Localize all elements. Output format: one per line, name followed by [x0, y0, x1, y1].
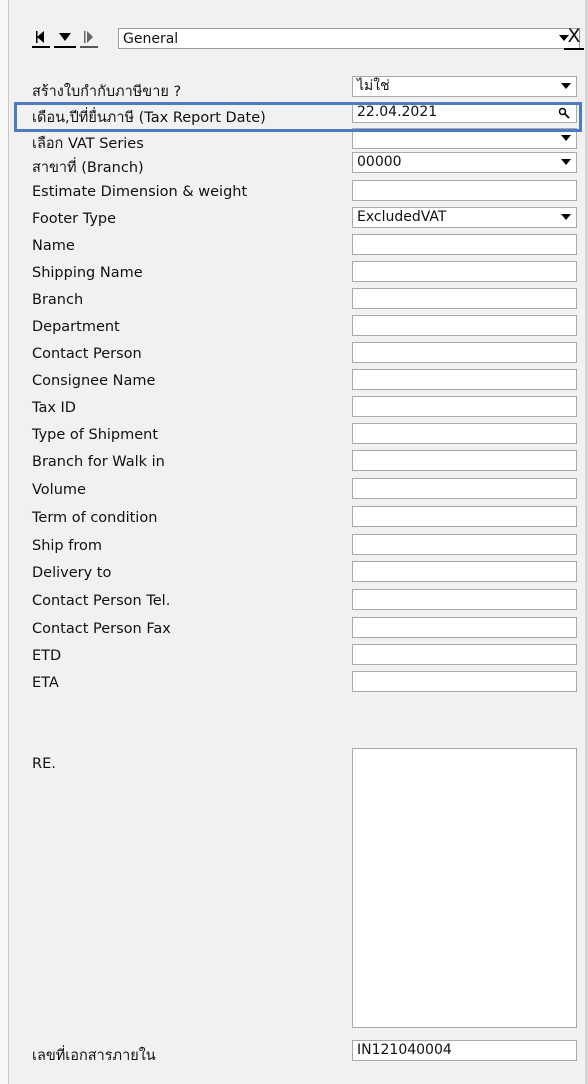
property-row: เลือก VAT Series [24, 128, 580, 152]
property-select[interactable]: ไม่ใช่ [352, 76, 577, 97]
re-textarea[interactable] [352, 748, 577, 1028]
property-row: Type of Shipment [24, 423, 580, 446]
property-input[interactable] [352, 561, 577, 582]
property-label: Term of condition [32, 510, 158, 526]
property-label: Estimate Dimension & weight [32, 184, 248, 200]
toolbar: General X [24, 26, 588, 50]
property-row: Branch [24, 288, 580, 311]
property-label: Delivery to [32, 565, 112, 581]
property-row: Delivery to [24, 561, 580, 584]
left-panel-border [0, 0, 9, 1084]
property-input[interactable] [352, 342, 577, 363]
property-row: Footer Type ExcludedVAT [24, 207, 580, 230]
property-input[interactable] [352, 450, 577, 471]
next-button[interactable] [80, 28, 98, 48]
property-label: สร้างใบกำกับภาษีขาย ? [32, 84, 182, 100]
property-row: Estimate Dimension & weight [24, 180, 580, 203]
property-row: Shipping Name [24, 261, 580, 284]
property-label: Consignee Name [32, 373, 156, 389]
property-input[interactable] [352, 534, 577, 555]
arrow-right-icon [84, 31, 93, 43]
arrow-down-icon [59, 33, 71, 41]
property-label: ETD [32, 648, 62, 664]
property-input[interactable] [352, 423, 577, 444]
property-label: Type of Shipment [32, 427, 159, 443]
property-label: Branch [32, 292, 84, 308]
dropdown-nav-button[interactable] [54, 28, 76, 48]
property-input[interactable] [352, 234, 577, 255]
property-value: 22.04.2021 [357, 104, 438, 120]
property-row: Contact Person Tel. [24, 589, 580, 612]
property-label: Branch for Walk in [32, 454, 165, 470]
property-label: Shipping Name [32, 265, 143, 281]
property-label: Department [32, 319, 120, 335]
property-label: สาขาที่ (Branch) [32, 160, 144, 176]
property-row: เดือน,ปีที่ยื่นภาษี (Tax Report Date) 22.… [24, 102, 580, 126]
property-label: Volume [32, 482, 86, 498]
property-label: Contact Person Tel. [32, 593, 171, 609]
property-input[interactable] [352, 369, 577, 390]
property-select[interactable]: ExcludedVAT [352, 207, 577, 228]
property-input[interactable] [352, 589, 577, 610]
section-select[interactable]: General [118, 28, 580, 49]
property-row: Tax ID [24, 396, 580, 419]
property-row: Volume [24, 478, 580, 501]
property-input[interactable] [352, 617, 577, 638]
property-label: Name [32, 238, 75, 254]
property-row: Contact Person Fax [24, 617, 580, 640]
close-button[interactable]: X [564, 26, 584, 50]
property-row: ETA [24, 671, 580, 694]
property-label: Footer Type [32, 211, 117, 227]
property-row: Contact Person [24, 342, 580, 365]
property-input[interactable] [352, 478, 577, 499]
property-label: Contact Person [32, 346, 142, 362]
property-select[interactable]: 00000 [352, 152, 577, 173]
prev-button[interactable] [32, 28, 50, 48]
chevron-down-icon [561, 159, 571, 165]
doc-no-row: เลขที่เอกสารภายใน IN121040004 [24, 1040, 580, 1064]
property-lookup-field[interactable]: 22.04.2021 [352, 102, 577, 123]
property-label: ETA [32, 675, 59, 691]
property-input[interactable] [352, 315, 577, 336]
property-input[interactable] [352, 671, 577, 692]
property-row: สาขาที่ (Branch) 00000 [24, 152, 580, 176]
property-value: 00000 [357, 154, 402, 170]
property-input[interactable] [352, 506, 577, 527]
doc-no-field[interactable]: IN121040004 [352, 1040, 577, 1061]
property-input[interactable] [352, 180, 577, 201]
property-row: Consignee Name [24, 369, 580, 392]
chevron-down-icon [561, 83, 571, 89]
chevron-down-icon [561, 214, 571, 220]
arrow-left-icon [36, 31, 44, 43]
doc-no-label: เลขที่เอกสารภายใน [32, 1048, 156, 1064]
property-value: ExcludedVAT [357, 209, 447, 225]
property-row: Department [24, 315, 580, 338]
property-input[interactable] [352, 644, 577, 665]
property-input[interactable] [352, 396, 577, 417]
property-row: Ship from [24, 534, 580, 557]
property-label: Tax ID [32, 400, 76, 416]
re-label: RE. [32, 756, 56, 772]
section-select-value: General [123, 30, 179, 47]
property-row: Name [24, 234, 580, 257]
property-row: สร้างใบกำกับภาษีขาย ? ไม่ใช่ [24, 76, 580, 100]
property-input[interactable] [352, 261, 577, 282]
property-label: Ship from [32, 538, 102, 554]
chevron-down-icon [561, 135, 571, 141]
property-label: เดือน,ปีที่ยื่นภาษี (Tax Report Date) [32, 110, 266, 126]
property-row: ETD [24, 644, 580, 667]
property-input[interactable] [352, 288, 577, 309]
property-row: Term of condition [24, 506, 580, 529]
search-icon [558, 107, 570, 119]
property-select[interactable] [352, 128, 577, 149]
property-row: Branch for Walk in [24, 450, 580, 473]
property-label: Contact Person Fax [32, 621, 171, 637]
property-value: ไม่ใช่ [357, 78, 390, 94]
